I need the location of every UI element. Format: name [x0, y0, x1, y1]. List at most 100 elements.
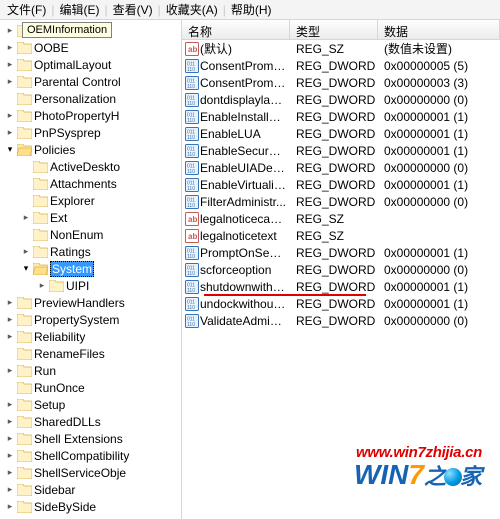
- column-data-header[interactable]: 数据: [378, 20, 500, 39]
- tree-item-label: RunOnce: [34, 381, 85, 395]
- value-data: 0x00000001 (1): [378, 127, 500, 141]
- svg-text:ab: ab: [188, 45, 197, 54]
- tree-item[interactable]: ▸ Sidebar: [0, 481, 181, 498]
- svg-text:110: 110: [187, 152, 195, 158]
- chevron-right-icon[interactable]: ▸: [4, 127, 16, 138]
- chevron-right-icon[interactable]: ▸: [4, 331, 16, 342]
- registry-value-row[interactable]: ab (默认)REG_SZ(数值未设置): [182, 40, 500, 57]
- chevron-right-icon[interactable]: ▸: [4, 42, 16, 53]
- folder-icon: [16, 330, 32, 344]
- value-data: 0x00000000 (0): [378, 93, 500, 107]
- tree-item[interactable]: ▸ OptimalLayout: [0, 56, 181, 73]
- chevron-right-icon[interactable]: ▸: [4, 59, 16, 70]
- registry-value-row[interactable]: ab legalnoticecap...REG_SZ: [182, 210, 500, 227]
- tree-item[interactable]: ▸ PropertySystem: [0, 311, 181, 328]
- value-data: 0x00000003 (3): [378, 76, 500, 90]
- folder-icon: [16, 466, 32, 480]
- registry-value-row[interactable]: 011 110 ValidateAdmin...REG_DWORD0x00000…: [182, 312, 500, 329]
- folder-icon: [32, 160, 48, 174]
- tree-item[interactable]: ▸ Run: [0, 362, 181, 379]
- tree-tooltip: OEMInformation: [22, 22, 112, 38]
- tree-item[interactable]: ▸ Reliability: [0, 328, 181, 345]
- chevron-right-icon[interactable]: ▸: [20, 246, 32, 257]
- chevron-right-icon[interactable]: ▸: [4, 314, 16, 325]
- chevron-right-icon[interactable]: ▸: [4, 416, 16, 427]
- chevron-right-icon[interactable]: ▸: [4, 433, 16, 444]
- menu-item[interactable]: 查看(V): [108, 0, 158, 20]
- registry-value-row[interactable]: 011 110 undockwithout...REG_DWORD0x00000…: [182, 295, 500, 312]
- chevron-right-icon[interactable]: ▸: [4, 76, 16, 87]
- tree-item[interactable]: ▸ PnPSysprep: [0, 124, 181, 141]
- registry-value-row[interactable]: 011 110 EnableSecureU...REG_DWORD0x00000…: [182, 142, 500, 159]
- column-name-header[interactable]: 名称: [182, 20, 290, 39]
- value-type: REG_SZ: [290, 42, 378, 56]
- tree-item[interactable]: ▸ OOBE: [0, 39, 181, 56]
- registry-value-row[interactable]: 011 110 EnableVirtualiz...REG_DWORD0x000…: [182, 176, 500, 193]
- dword-value-icon: 011 110: [182, 127, 200, 141]
- tree-item[interactable]: ▾ Policies: [0, 141, 181, 158]
- chevron-right-icon[interactable]: ▸: [4, 297, 16, 308]
- svg-text:110: 110: [187, 67, 195, 73]
- tree-item[interactable]: ▸ Ext: [0, 209, 181, 226]
- main: OEMInformation ▸ OEM...▸ OOBE▸ OptimalLa…: [0, 20, 500, 519]
- registry-value-row[interactable]: 011 110 EnableLUAREG_DWORD0x00000001 (1): [182, 125, 500, 142]
- registry-value-row[interactable]: ab legalnoticetextREG_SZ: [182, 227, 500, 244]
- tree-item[interactable]: ▸ UIPI: [0, 277, 181, 294]
- chevron-right-icon[interactable]: ▸: [4, 110, 16, 121]
- tree-item[interactable]: ▸ ShellCompatibility: [0, 447, 181, 464]
- registry-value-row[interactable]: 011 110 dontdisplaylas...REG_DWORD0x0000…: [182, 91, 500, 108]
- tree-item[interactable]: Attachments: [0, 175, 181, 192]
- tree-item[interactable]: RunOnce: [0, 379, 181, 396]
- registry-value-row[interactable]: 011 110 scforceoptionREG_DWORD0x00000000…: [182, 261, 500, 278]
- tree-item[interactable]: ▸ ShellServiceObje: [0, 464, 181, 481]
- chevron-down-icon[interactable]: ▾: [20, 263, 32, 274]
- tree-pane[interactable]: OEMInformation ▸ OEM...▸ OOBE▸ OptimalLa…: [0, 20, 182, 519]
- tree-item-label: RenameFiles: [34, 347, 105, 361]
- dword-value-icon: 011 110: [182, 110, 200, 124]
- chevron-right-icon[interactable]: ▸: [4, 467, 16, 478]
- chevron-right-icon[interactable]: ▸: [4, 25, 16, 36]
- chevron-right-icon[interactable]: ▸: [4, 484, 16, 495]
- dword-value-icon: 011 110: [182, 161, 200, 175]
- registry-value-row[interactable]: 011 110 ConsentPromp...REG_DWORD0x000000…: [182, 74, 500, 91]
- chevron-down-icon[interactable]: ▾: [4, 144, 16, 155]
- tree-item[interactable]: ▸ Parental Control: [0, 73, 181, 90]
- menu-item[interactable]: 收藏夹(A): [161, 0, 223, 20]
- tree-item-label: UIPI: [66, 279, 89, 293]
- tree-item[interactable]: ▸ SideBySide: [0, 498, 181, 515]
- menu-item[interactable]: 文件(F): [2, 0, 51, 20]
- folder-icon: [16, 483, 32, 497]
- svg-text:110: 110: [187, 271, 195, 277]
- column-type-header[interactable]: 类型: [290, 20, 378, 39]
- menu-item[interactable]: 帮助(H): [226, 0, 277, 20]
- menu-item[interactable]: 编辑(E): [54, 0, 104, 20]
- registry-value-row[interactable]: 011 110 ConsentPromp...REG_DWORD0x000000…: [182, 57, 500, 74]
- registry-value-row[interactable]: 011 110 EnableUIADes...REG_DWORD0x000000…: [182, 159, 500, 176]
- registry-value-row[interactable]: 011 110 FilterAdministr...REG_DWORD0x000…: [182, 193, 500, 210]
- chevron-right-icon[interactable]: ▸: [4, 501, 16, 512]
- tree-item[interactable]: ▸ PhotoPropertyH: [0, 107, 181, 124]
- tree-item[interactable]: ▸ SharedDLLs: [0, 413, 181, 430]
- tree-item[interactable]: Explorer: [0, 192, 181, 209]
- chevron-right-icon[interactable]: ▸: [4, 365, 16, 376]
- tree-item[interactable]: Personalization: [0, 90, 181, 107]
- folder-icon: [16, 381, 32, 395]
- tree-item[interactable]: ▸ Shell Extensions: [0, 430, 181, 447]
- tree-item[interactable]: ActiveDeskto: [0, 158, 181, 175]
- registry-value-row[interactable]: 011 110 PromptOnSecu...REG_DWORD0x000000…: [182, 244, 500, 261]
- tree-item[interactable]: ▸ PreviewHandlers: [0, 294, 181, 311]
- string-value-icon: ab: [182, 229, 200, 243]
- chevron-right-icon[interactable]: ▸: [20, 212, 32, 223]
- tree-item[interactable]: ▸ Setup: [0, 396, 181, 413]
- chevron-right-icon[interactable]: ▸: [4, 450, 16, 461]
- chevron-right-icon[interactable]: ▸: [4, 399, 16, 410]
- tree-item[interactable]: ▾ System: [0, 260, 181, 277]
- registry-value-row[interactable]: 011 110 EnableInstaller...REG_DWORD0x000…: [182, 108, 500, 125]
- tree-item-label: PnPSysprep: [34, 126, 101, 140]
- tree-item-label: Explorer: [50, 194, 95, 208]
- tree-item[interactable]: RenameFiles: [0, 345, 181, 362]
- tree-item[interactable]: ▸ Ratings: [0, 243, 181, 260]
- tree-item[interactable]: NonEnum: [0, 226, 181, 243]
- chevron-right-icon[interactable]: ▸: [36, 280, 48, 291]
- registry-value-row[interactable]: 011 110 shutdownwitho...REG_DWORD0x00000…: [182, 278, 500, 295]
